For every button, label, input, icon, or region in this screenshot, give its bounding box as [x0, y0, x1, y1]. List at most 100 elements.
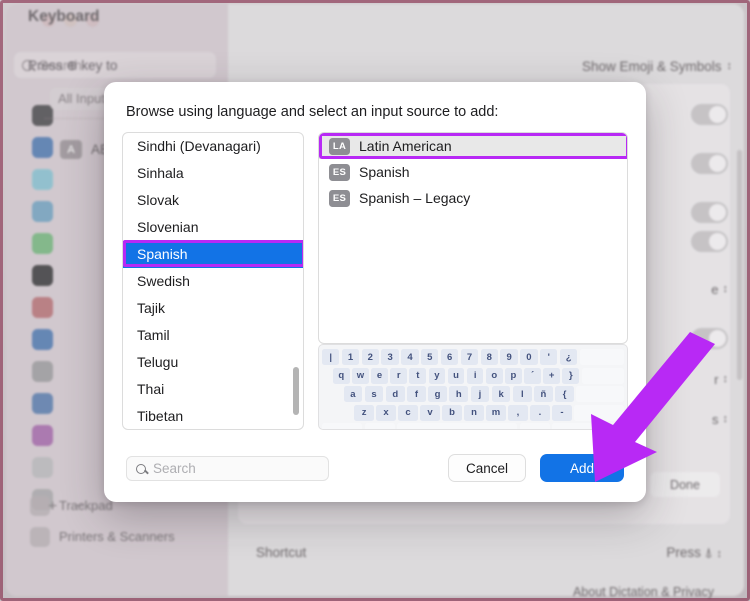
keyboard-key: y [428, 367, 446, 384]
keyboard-key: q [332, 367, 350, 384]
setting-toggle-5[interactable] [691, 328, 728, 349]
input-source-label: Spanish [359, 164, 410, 180]
keyboard-key: + [543, 367, 560, 384]
setting-select-1[interactable]: e ↕ [711, 282, 728, 297]
cancel-button[interactable]: Cancel [448, 454, 526, 482]
done-button[interactable]: Done [650, 472, 720, 497]
sidebar-icon-8[interactable] [32, 361, 53, 382]
language-list-item[interactable]: Swedish [123, 268, 303, 295]
keyboard-key: g [428, 386, 447, 402]
sidebar-icon-3[interactable] [32, 201, 53, 222]
sidebar-icon-2[interactable] [32, 169, 53, 190]
about-dictation-privacy-button[interactable]: About Dictation & Privacy [573, 585, 714, 599]
page-title: Keyboard [28, 8, 100, 25]
language-list-scrollbar[interactable] [293, 367, 299, 415]
keyboard-key: z [354, 404, 374, 421]
sidebar-icon-column [32, 105, 53, 510]
input-source-badge-icon: LA [329, 137, 350, 155]
language-list-item[interactable]: Slovak [123, 187, 303, 214]
keyboard-key-blank [519, 423, 550, 429]
keyboard-key: , [508, 404, 528, 421]
keyboard-key: m [486, 404, 506, 421]
shortcut-label: Shortcut [256, 545, 307, 560]
add-button[interactable]: Add [540, 454, 624, 482]
input-source-item[interactable]: ES Spanish – Legacy [319, 185, 627, 211]
language-list-item[interactable]: Thai [123, 376, 303, 403]
sidebar-icon-7[interactable] [32, 329, 53, 350]
keyboard-key: e [371, 367, 388, 384]
keyboard-key: s [364, 386, 384, 402]
printer-icon [30, 526, 50, 547]
search-icon [136, 463, 146, 474]
keyboard-key: o [485, 367, 503, 384]
setting-toggle-2[interactable] [691, 153, 728, 174]
shortcut-value[interactable]: Press ⍋ ↕ [666, 545, 722, 561]
sidebar-icon-4[interactable] [32, 233, 53, 254]
input-source-item[interactable]: ES Spanish [319, 159, 627, 185]
sidebar-icon-1[interactable] [32, 137, 53, 158]
add-input-source-dialog: Browse using language and select an inpu… [104, 82, 646, 502]
sidebar-icon-0[interactable] [32, 105, 53, 126]
keyboard-key: v [420, 404, 440, 421]
language-list-item[interactable]: Sinhala [123, 160, 303, 187]
keyboard-row: q w e r t y u i o p ´ +} [322, 367, 625, 384]
language-list-item[interactable]: Tajik [123, 295, 303, 322]
keyboard-key: w [352, 367, 369, 384]
dialog-footer: Search Cancel Add [104, 444, 646, 502]
press-key-value[interactable]: Show Emoji & Symbols ↕ [582, 59, 732, 74]
remove-input-source-button[interactable]: − [75, 498, 84, 516]
language-list-item[interactable]: Spanish [123, 241, 303, 268]
keyboard-key: { [555, 386, 574, 402]
language-list-item[interactable]: Sindhi (Devanagari) [123, 133, 303, 160]
language-list-item[interactable]: Slovenian [123, 214, 303, 241]
keyboard-key: 5 [421, 349, 439, 365]
sidebar-item-label: Printers & Scanners [59, 529, 175, 544]
input-source-label: Latin American [359, 138, 452, 154]
content-scrollbar[interactable] [737, 150, 742, 380]
input-source-badge-icon: ES [329, 189, 350, 207]
language-list-item[interactable]: Tamil [123, 322, 303, 349]
keyboard-key: 4 [401, 349, 419, 365]
trackpad-icon [30, 495, 50, 516]
input-source-list[interactable]: LA Latin American ES Spanish ES Spanish – Leg… [318, 132, 628, 344]
keyboard-key: . [530, 404, 550, 421]
keyboard-row-indent [322, 368, 330, 384]
language-list-item[interactable]: Tibetan [123, 403, 303, 429]
keyboard-row [322, 423, 624, 429]
keyboard-key-blank [574, 404, 624, 421]
dialog-search-input[interactable]: Search [126, 456, 329, 481]
sidebar-icon-9[interactable] [32, 393, 53, 414]
keyboard-key: 1 [341, 349, 360, 365]
sidebar-icon-10[interactable] [32, 425, 53, 446]
keyboard-key: l [512, 386, 532, 402]
add-input-source-button[interactable]: + [48, 498, 57, 516]
setting-toggle-3[interactable] [691, 202, 728, 223]
setting-select-2[interactable]: r ↕ [714, 372, 728, 387]
sidebar-item-printers-scanners[interactable]: Printers & Scanners [30, 521, 220, 552]
language-list-item[interactable]: Telugu [123, 349, 303, 376]
sidebar-icon-11[interactable] [32, 457, 53, 478]
keyboard-row: a s d f g h j k l ñ{ [322, 386, 625, 402]
abc-badge-icon: A [60, 140, 82, 159]
keyboard-key: 8 [480, 349, 498, 365]
language-list[interactable]: Sindhi (Devanagari) Sinhala Slovak Slovenia… [122, 132, 304, 430]
setting-toggle-1[interactable] [691, 104, 728, 125]
keyboard-key-blank [397, 423, 517, 429]
keyboard-key: a [343, 386, 363, 402]
setting-toggle-4[interactable] [691, 231, 728, 252]
sidebar-icon-6[interactable] [32, 297, 53, 318]
keyboard-key: 7 [460, 349, 479, 365]
setting-select-3[interactable]: s ↕ [712, 412, 728, 427]
input-source-badge-icon: ES [329, 163, 350, 181]
sidebar-icon-5[interactable] [32, 265, 53, 286]
dialog-prompt: Browse using language and select an inpu… [126, 104, 499, 120]
keyboard-key: j [470, 386, 490, 402]
keyboard-layout-preview: | 1 2 3 4 5 6 7 8 9 0 ' ¿ q w e r t y u i o p ´ +} a s d f g h j k l ñ{z x c… [318, 344, 628, 430]
keyboard-key: p [505, 367, 522, 384]
keyboard-key: 2 [361, 349, 379, 365]
keyboard-key: h [449, 386, 469, 402]
shortcut-value-text: Press ⍋ [666, 545, 713, 560]
keyboard-key: n [464, 404, 484, 421]
input-source-item[interactable]: LA Latin American [319, 133, 627, 159]
keyboard-key: r [390, 367, 407, 384]
